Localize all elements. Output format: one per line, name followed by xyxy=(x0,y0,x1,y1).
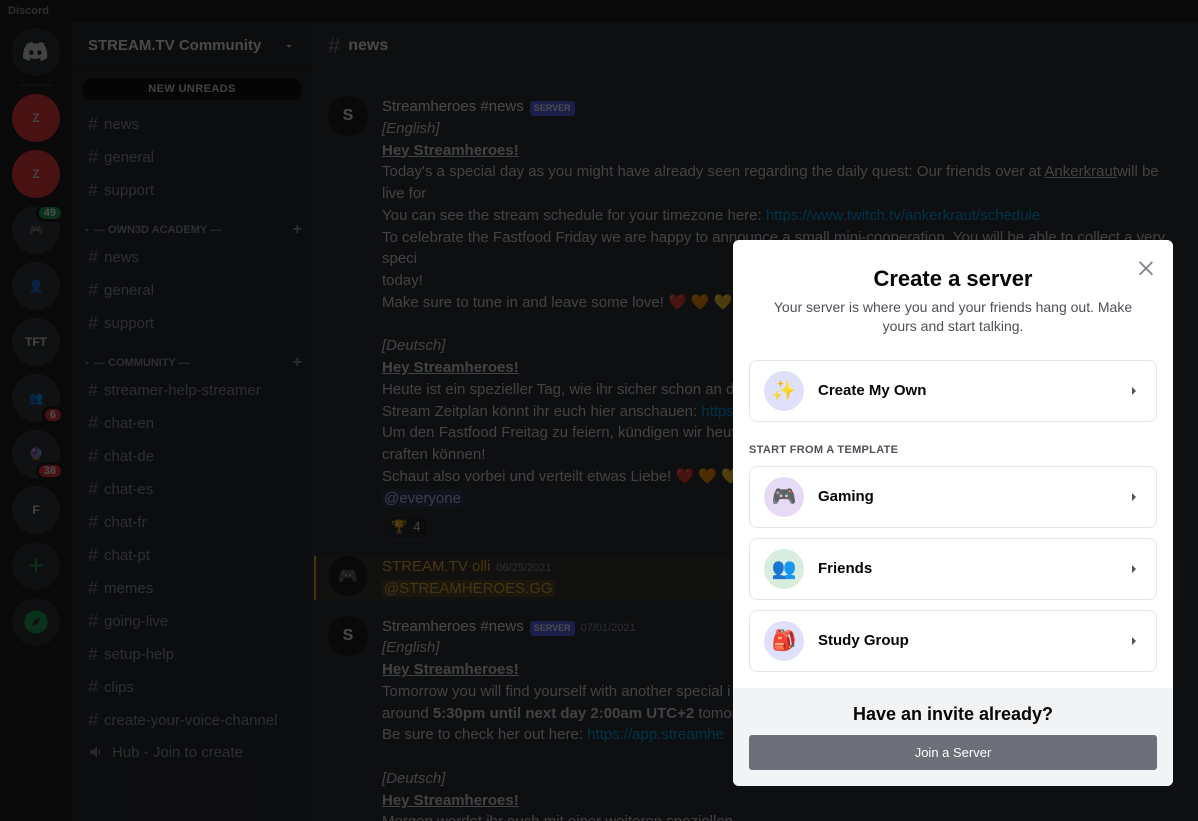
option-label: Create My Own xyxy=(818,382,1112,399)
modal-title: Create a server xyxy=(733,266,1173,292)
template-icon: 🎮 xyxy=(764,477,804,517)
create-my-own-option[interactable]: ✨ Create My Own xyxy=(749,360,1157,422)
template-option-gaming[interactable]: 🎮 Gaming xyxy=(749,466,1157,528)
modal-overlay[interactable]: Create a server Your server is where you… xyxy=(0,0,1198,821)
modal-subtitle: Your server is where you and your friend… xyxy=(733,292,1173,350)
option-label: Study Group xyxy=(818,632,1112,649)
create-server-modal: Create a server Your server is where you… xyxy=(733,240,1173,786)
create-my-own-icon: ✨ xyxy=(764,371,804,411)
template-option-friends[interactable]: 👥 Friends xyxy=(749,538,1157,600)
footer-title: Have an invite already? xyxy=(749,704,1157,725)
chevron-right-icon xyxy=(1126,489,1142,505)
modal-footer: Have an invite already? Join a Server xyxy=(733,688,1173,786)
template-section-header: START FROM A TEMPLATE xyxy=(749,444,1157,456)
join-server-button[interactable]: Join a Server xyxy=(749,735,1157,770)
template-option-study-group[interactable]: 🎒 Study Group xyxy=(749,610,1157,672)
chevron-right-icon xyxy=(1126,383,1142,399)
modal-options: ✨ Create My Own START FROM A TEMPLATE 🎮 G… xyxy=(733,350,1173,688)
chevron-right-icon xyxy=(1126,561,1142,577)
template-icon: 👥 xyxy=(764,549,804,589)
chevron-right-icon xyxy=(1126,633,1142,649)
option-label: Gaming xyxy=(818,488,1112,505)
option-label: Friends xyxy=(818,560,1112,577)
template-icon: 🎒 xyxy=(764,621,804,661)
close-icon[interactable] xyxy=(1135,256,1157,283)
